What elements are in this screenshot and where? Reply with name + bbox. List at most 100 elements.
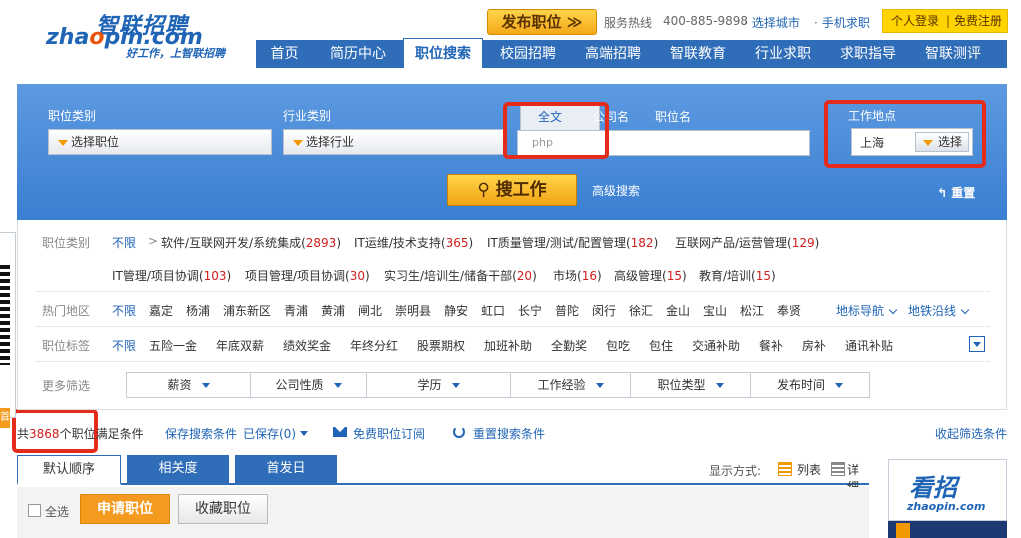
experience-dropdown[interactable]: 工作经验 — [511, 373, 631, 397]
area-item[interactable]: 黄浦 — [321, 302, 345, 319]
area-item[interactable]: 崇明县 — [395, 302, 431, 319]
nav-industry[interactable]: 行业求职 — [742, 40, 824, 68]
area-item[interactable]: 虹口 — [481, 302, 505, 319]
qr-code-icon — [0, 265, 10, 365]
industry-select[interactable]: 选择行业 — [283, 129, 507, 155]
area-unlimited[interactable]: 不限 — [112, 302, 136, 319]
area-item[interactable]: 金山 — [666, 302, 690, 319]
tab-job-name[interactable]: 职位名 — [655, 108, 691, 125]
expand-tags-button[interactable] — [969, 336, 985, 352]
area-item[interactable]: 宝山 — [703, 302, 727, 319]
area-item[interactable]: 长宁 — [518, 302, 542, 319]
nav-home[interactable]: 首页 — [256, 40, 313, 68]
category-item[interactable]: 市场(16) — [553, 267, 602, 284]
tag-item[interactable]: 五险一金 — [149, 337, 197, 354]
login-register-box: 个人登录 | 免费注册 — [882, 9, 1008, 33]
area-item[interactable]: 嘉定 — [149, 302, 173, 319]
action-row: 全选 申请职位 收藏职位 — [17, 487, 869, 538]
row-divider — [36, 361, 990, 362]
area-item[interactable]: 奉贤 — [777, 302, 801, 319]
category-item[interactable]: 教育/培训(15) — [699, 267, 776, 284]
detail-view-icon[interactable] — [831, 462, 845, 476]
category-item[interactable]: 项目管理/项目协调(30) — [245, 267, 370, 284]
tag-unlimited[interactable]: 不限 — [112, 337, 136, 354]
tag-item[interactable]: 年底双薪 — [216, 337, 264, 354]
list-view-label[interactable]: 列表 — [797, 461, 821, 478]
job-category-select[interactable]: 选择职位 — [48, 129, 272, 155]
search-button[interactable]: ⚲ 搜工作 — [447, 174, 577, 206]
tag-item[interactable]: 年终分红 — [350, 337, 398, 354]
list-view-icon[interactable] — [778, 462, 792, 476]
tag-item[interactable]: 交通补助 — [692, 337, 740, 354]
area-item[interactable]: 青浦 — [284, 302, 308, 319]
caret-down-icon — [299, 431, 308, 436]
salary-dropdown[interactable]: 薪资 — [127, 373, 251, 397]
choose-city-link[interactable]: · 选择城市 — [744, 14, 800, 31]
category-unlimited[interactable]: 不限 — [112, 234, 136, 251]
tag-item[interactable]: 全勤奖 — [551, 337, 587, 354]
tab-first-publish[interactable]: 首发日 — [235, 455, 337, 485]
area-item[interactable]: 浦东新区 — [223, 302, 271, 319]
area-item[interactable]: 闸北 — [358, 302, 382, 319]
zhaopin-logo[interactable]: 智联招聘 zhaopin.com 好工作，上智联招聘 — [46, 8, 246, 63]
tag-item[interactable]: 加班补助 — [484, 337, 532, 354]
personal-login-link[interactable]: 个人登录 — [891, 10, 939, 32]
save-search-link[interactable]: 保存搜索条件 — [165, 425, 237, 442]
select-all-label[interactable]: 全选 — [45, 503, 69, 520]
nav-assessment[interactable]: 智联测评 — [912, 40, 994, 68]
side-ad[interactable]: 看招 zhaopin.com — [888, 459, 1007, 538]
publish-time-dropdown[interactable]: 发布时间 — [751, 373, 869, 397]
area-item[interactable]: 徐汇 — [629, 302, 653, 319]
category-item[interactable]: 软件/互联网开发/系统集成(2893) — [161, 234, 341, 251]
tab-relevance[interactable]: 相关度 — [127, 455, 229, 485]
tab-default-order[interactable]: 默认顺序 — [17, 455, 121, 485]
side-tag[interactable]: 首 — [0, 408, 10, 428]
tag-item[interactable]: 包吃 — [606, 337, 630, 354]
area-item[interactable]: 静安 — [444, 302, 468, 319]
nav-education[interactable]: 智联教育 — [657, 40, 739, 68]
category-item[interactable]: 高级管理(15) — [614, 267, 687, 284]
area-item[interactable]: 闵行 — [592, 302, 616, 319]
area-item[interactable]: 普陀 — [555, 302, 579, 319]
favorite-job-button[interactable]: 收藏职位 — [178, 494, 268, 524]
advanced-search-link[interactable]: 高级搜索 — [592, 182, 640, 199]
ad-brand: 看招 — [909, 474, 957, 502]
education-dropdown[interactable]: 学历 — [367, 373, 511, 397]
post-job-button[interactable]: 发布职位 ≫ — [487, 9, 597, 35]
saved-searches-dropdown[interactable]: 已保存(0) — [243, 425, 308, 442]
apply-job-button[interactable]: 申请职位 — [80, 494, 170, 524]
tag-item[interactable]: 绩效奖金 — [283, 337, 331, 354]
free-subscribe-link[interactable]: 免费职位订阅 — [353, 425, 425, 442]
collapse-filter-link[interactable]: 收起筛选条件 — [935, 425, 1007, 442]
metro-nav-link[interactable]: 地铁沿线 — [908, 302, 970, 319]
job-type-dropdown[interactable]: 职位类型 — [631, 373, 751, 397]
caret-down-icon — [715, 383, 724, 388]
tag-item[interactable]: 餐补 — [759, 337, 783, 354]
select-all-checkbox[interactable] — [28, 504, 41, 517]
mobile-job-link[interactable]: · 手机求职 — [814, 14, 870, 31]
tag-item[interactable]: 股票期权 — [417, 337, 465, 354]
reset-search-link[interactable]: 重置搜索条件 — [473, 425, 545, 442]
category-item[interactable]: 实习生/培训生/储备干部(20) — [384, 267, 537, 284]
landmark-nav-link[interactable]: 地标导航 — [836, 302, 898, 319]
category-item[interactable]: IT运维/技术支持(365) — [354, 234, 473, 251]
tag-item[interactable]: 房补 — [802, 337, 826, 354]
free-register-link[interactable]: 免费注册 — [954, 10, 1002, 32]
qr-code-widget[interactable] — [0, 232, 16, 418]
result-bar: 共3868个职位满足条件 保存搜索条件 已保存(0) 免费职位订阅 重置搜索条件… — [17, 418, 1007, 448]
nav-executive[interactable]: 高端招聘 — [572, 40, 654, 68]
tag-item[interactable]: 通讯补贴 — [845, 337, 893, 354]
nav-job-search[interactable]: 职位搜索 — [403, 38, 483, 68]
category-item[interactable]: 互联网产品/运营管理(129) — [675, 234, 819, 251]
category-item[interactable]: IT质量管理/测试/配置管理(182) — [487, 234, 658, 251]
area-item[interactable]: 杨浦 — [186, 302, 210, 319]
nav-resume-center[interactable]: 简历中心 — [317, 40, 399, 68]
company-type-dropdown[interactable]: 公司性质 — [251, 373, 367, 397]
nav-guidance[interactable]: 求职指导 — [827, 40, 909, 68]
nav-campus[interactable]: 校园招聘 — [487, 40, 569, 68]
tag-item[interactable]: 包住 — [649, 337, 673, 354]
caret-down-icon — [595, 383, 604, 388]
category-item[interactable]: IT管理/项目协调(103) — [112, 267, 231, 284]
area-item[interactable]: 松江 — [740, 302, 764, 319]
reset-link[interactable]: ↰ 重置 — [937, 184, 975, 201]
